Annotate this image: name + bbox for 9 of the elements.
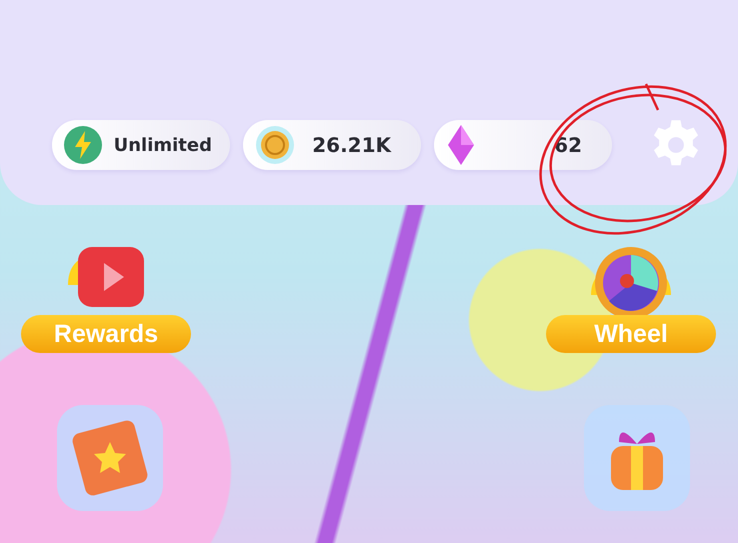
resource-value: 26.21K <box>312 133 391 157</box>
feature-button[interactable]: Rewards <box>20 245 192 353</box>
feature-button[interactable]: Wheel <box>545 245 717 353</box>
resource-value: Unlimited <box>114 134 212 156</box>
coin-icon <box>255 125 295 165</box>
gift-button[interactable] <box>584 405 690 511</box>
gem-icon <box>446 124 476 166</box>
lightning-icon <box>64 126 102 164</box>
book-button[interactable] <box>57 405 163 511</box>
